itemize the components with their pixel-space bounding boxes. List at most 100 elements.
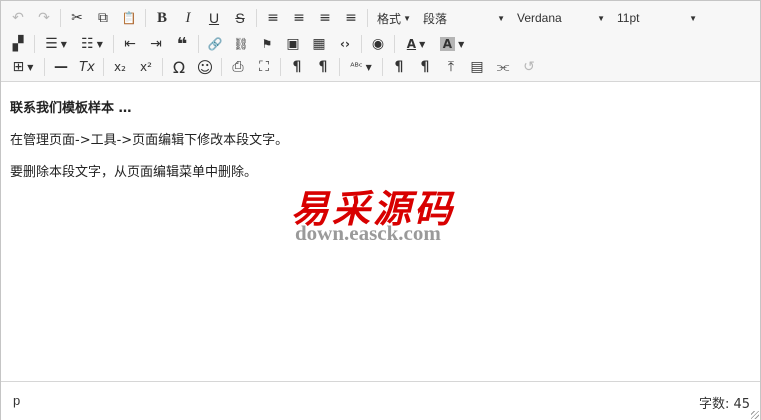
font-family-dropdown[interactable]: Verdana ▼: [511, 7, 611, 29]
content-heading: 联系我们模板样本 …: [10, 101, 132, 116]
image-icon[interactable]: ▣: [280, 33, 306, 55]
separator: [382, 58, 383, 76]
link-icon[interactable]: 🔗: [202, 33, 228, 55]
clear-formatting-icon[interactable]: Tx: [74, 56, 100, 78]
resize-handle-icon[interactable]: [751, 411, 759, 419]
indent-icon[interactable]: ⇥: [143, 33, 169, 55]
toolbar-row-3: ⊞ ▼ — Tx x₂ x² Ω ☺ ⎙ ⛶ ¶ ¶ ᴬᴮᶜ ▼ ¶ ¶ ⤒ ▤…: [5, 55, 542, 79]
emoticons-icon[interactable]: ☺: [192, 56, 218, 78]
chevron-down-icon: ▼: [689, 13, 697, 23]
undo-icon[interactable]: ↶: [5, 7, 31, 29]
italic-button[interactable]: I: [175, 7, 201, 29]
unlink-icon[interactable]: ⛓: [228, 33, 254, 55]
ltr-icon[interactable]: ¶: [284, 56, 310, 78]
background-color-icon: A: [439, 37, 456, 51]
separator: [221, 58, 222, 76]
chevron-down-icon: ▼: [597, 13, 605, 23]
redo-icon[interactable]: ↷: [31, 7, 57, 29]
strikethrough-button[interactable]: S: [227, 7, 253, 29]
superscript-icon[interactable]: x²: [133, 56, 159, 78]
bold-button[interactable]: B: [149, 7, 175, 29]
fullscreen-icon[interactable]: ⛶: [251, 56, 277, 78]
separator: [113, 35, 114, 53]
content-paragraph: 在管理页面->工具->页面编辑下修改本段文字。: [10, 133, 289, 148]
separator: [44, 58, 45, 76]
toolbar-row-2: ▞ ☰ ▼ ☷ ▼ ⇤ ⇥ ❝ 🔗 ⛓ ⚑ ▣ ▦ ‹› ◉ A ▼ A ▼: [5, 32, 470, 56]
spellcheck-icon: ᴬᴮᶜ: [350, 61, 363, 73]
chevron-down-icon: ▼: [60, 39, 67, 49]
chevron-down-icon: ▼: [458, 39, 465, 49]
formats-label: 格式: [377, 11, 402, 26]
separator: [361, 35, 362, 53]
horizontal-rule-icon[interactable]: —: [48, 56, 74, 78]
toolbar-row-1: ↶ ↷ ✂ ⧉ 📋 B I U S ≡ ≡ ≡ ≡ 格式 ▼ 段落 ▼ Verd…: [5, 6, 703, 30]
chevron-down-icon: ▼: [365, 62, 372, 72]
rtl-icon[interactable]: ¶: [310, 56, 336, 78]
font-size-dropdown[interactable]: 11pt ▼: [611, 7, 703, 29]
separator: [198, 35, 199, 53]
status-bar: p 字数: 45: [1, 381, 760, 420]
separator: [367, 9, 368, 27]
separator: [339, 58, 340, 76]
chevron-down-icon: ▼: [403, 13, 411, 23]
anchor-icon[interactable]: ⚑: [254, 33, 280, 55]
separator: [34, 35, 35, 53]
numbered-list-icon: ☷: [81, 36, 94, 52]
align-right-icon[interactable]: ≡: [312, 7, 338, 29]
table-button[interactable]: ⊞ ▼: [5, 56, 41, 78]
separator: [103, 58, 104, 76]
formats-dropdown[interactable]: 格式 ▼: [371, 7, 417, 29]
show-invisibles-icon[interactable]: ¶: [412, 56, 438, 78]
separator: [162, 58, 163, 76]
separator: [394, 35, 395, 53]
underline-button[interactable]: U: [201, 7, 227, 29]
page-break-icon[interactable]: ⫘: [490, 56, 516, 78]
chevron-down-icon: ▼: [27, 62, 34, 72]
editor-content-area[interactable]: 联系我们模板样本 … 在管理页面->工具->页面编辑下修改本段文字。 要删除本段…: [1, 82, 760, 380]
bullet-list-button[interactable]: ☰ ▼: [38, 33, 74, 55]
text-color-button[interactable]: A ▼: [398, 33, 434, 55]
watermark-url: down.easck.com: [295, 221, 441, 245]
separator: [280, 58, 281, 76]
align-left-icon[interactable]: ≡: [260, 7, 286, 29]
cut-icon[interactable]: ✂: [64, 7, 90, 29]
font-family-label: Verdana: [517, 11, 562, 25]
numbered-list-button[interactable]: ☷ ▼: [74, 33, 110, 55]
restore-draft-icon[interactable]: ↺: [516, 56, 542, 78]
justify-icon[interactable]: ≡: [338, 7, 364, 29]
source-code-icon[interactable]: ‹›: [332, 33, 358, 55]
element-path[interactable]: p: [13, 393, 20, 408]
text-color-icon: A: [406, 37, 417, 51]
rich-text-editor: ↶ ↷ ✂ ⧉ 📋 B I U S ≡ ≡ ≡ ≡ 格式 ▼ 段落 ▼ Verd…: [0, 0, 761, 420]
chevron-down-icon: ▼: [497, 13, 505, 23]
block-format-label: 段落: [423, 11, 448, 26]
find-replace-icon[interactable]: ▞: [5, 33, 31, 55]
separator: [256, 9, 257, 27]
align-center-icon[interactable]: ≡: [286, 7, 312, 29]
spellcheck-button[interactable]: ᴬᴮᶜ ▼: [343, 56, 379, 78]
block-format-dropdown[interactable]: 段落 ▼: [417, 7, 511, 29]
preview-icon[interactable]: ◉: [365, 33, 391, 55]
content-paragraph: 要删除本段文字，从页面编辑菜单中删除。: [10, 165, 258, 180]
background-color-button[interactable]: A ▼: [434, 33, 470, 55]
media-icon[interactable]: ▦: [306, 33, 332, 55]
chevron-down-icon: ▼: [419, 39, 426, 49]
visual-blocks-icon[interactable]: ▤: [464, 56, 490, 78]
table-icon: ⊞: [12, 59, 25, 75]
show-blocks-icon[interactable]: ¶: [386, 56, 412, 78]
blockquote-icon[interactable]: ❝: [169, 33, 195, 55]
special-character-icon[interactable]: Ω: [166, 56, 192, 78]
separator: [145, 9, 146, 27]
upload-icon[interactable]: ⤒: [438, 56, 464, 78]
separator: [60, 9, 61, 27]
print-icon[interactable]: ⎙: [225, 56, 251, 78]
subscript-icon[interactable]: x₂: [107, 56, 133, 78]
word-count: 字数: 45: [698, 397, 750, 412]
copy-icon[interactable]: ⧉: [90, 7, 116, 29]
editor-toolbar: ↶ ↷ ✂ ⧉ 📋 B I U S ≡ ≡ ≡ ≡ 格式 ▼ 段落 ▼ Verd…: [1, 1, 760, 82]
bullet-list-icon: ☰: [45, 36, 58, 52]
chevron-down-icon: ▼: [96, 39, 103, 49]
paste-icon[interactable]: 📋: [116, 7, 142, 29]
outdent-icon[interactable]: ⇤: [117, 33, 143, 55]
font-size-label: 11pt: [617, 11, 640, 25]
